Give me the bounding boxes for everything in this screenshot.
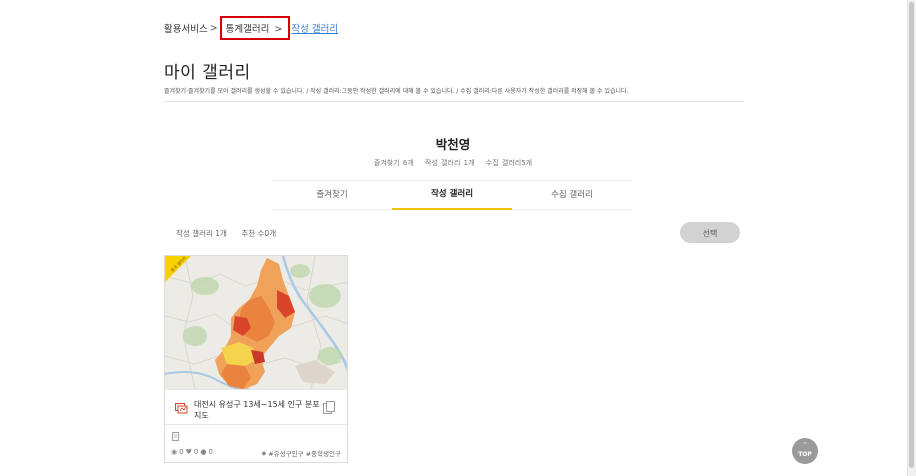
views-count: 0 [179,448,184,456]
breadcrumb-item-services[interactable]: 활용서비스 [164,21,208,35]
breadcrumb: 활용서비스 > 통계갤러리 > 작성 갤러리 [164,16,338,40]
user-stat-favorites: 즐겨찾기 6개 [373,159,414,167]
comments-icon: ● [200,448,207,456]
user-stat-collected: 수집 갤러리5개 [485,159,533,167]
tag-list[interactable]: #유성구인구 #중학생인구 [268,448,341,458]
gallery-tabs: 즐겨찾기 작성 갤러리 수집 갤러리 [272,181,632,210]
card-title[interactable]: 대전시 유성구 13세~15세 인구 분포 지도 [194,399,320,421]
likes-count: 0 [193,448,199,456]
likes-icon[interactable]: ♥ [186,448,192,456]
page-description: 즐겨찾기·즐겨찾기를 모아 갤러리를 생성할 수 있습니다. / 작성 갤러리:… [164,88,629,95]
card-stats: ◉ 0 ♥ 0 ● 0 [171,448,213,456]
scrollbar-thumb[interactable] [909,2,914,468]
tab-favorites[interactable]: 즐겨찾기 [272,181,392,210]
breadcrumb-separator: > [209,22,218,34]
comments-count: 0 [208,448,213,456]
tag-icon: ◆ [261,449,267,457]
views-icon: ◉ [171,448,178,456]
page-title: 마이 갤러리 [164,63,251,83]
tab-written-gallery[interactable]: 작성 갤러리 [392,181,512,210]
scroll-to-top-button[interactable]: ⌃ TOP [792,438,818,464]
gallery-card[interactable]: 통계 갤러리 대전시 유성구 13세~15세 인구 분포 지도 ◉ 0 ♥ 0 … [164,255,348,463]
user-name: 박천영 [435,137,471,152]
map-type-icon [175,403,188,414]
user-stats: 즐겨찾기 6개 작성 갤러리 1개 수집 갤러리5개 [0,158,906,168]
vertical-scrollbar[interactable] [907,0,916,476]
recommend-count: 추천 수0개 [241,229,277,238]
user-stat-written: 작성 갤러리 1개 [425,159,475,167]
document-icon[interactable] [172,432,179,441]
copy-icon[interactable] [323,401,335,414]
breadcrumb-item-written-gallery[interactable]: 작성 갤러리 [291,21,338,35]
card-divider [165,424,347,425]
tab-collected-gallery[interactable]: 수집 갤러리 [512,181,632,210]
card-divider [165,389,347,390]
top-button-label: TOP [798,451,812,458]
breadcrumb-item-stats-gallery[interactable]: 통계갤러리 > [219,16,291,40]
gallery-counts: 작성 갤러리 1개 추천 수0개 [176,228,276,239]
chevron-up-icon: ⌃ [802,441,808,449]
breadcrumb-separator: > [274,24,283,35]
written-count: 작성 갤러리 1개 [176,229,227,238]
map-thumbnail[interactable]: 통계 갤러리 [165,256,348,389]
title-divider [164,101,744,102]
breadcrumb-item-stats-gallery-label: 통계갤러리 [225,24,270,35]
card-tags: ◆ #유성구인구 #중학생인구 [261,448,341,459]
select-button[interactable]: 선택 [680,222,740,243]
